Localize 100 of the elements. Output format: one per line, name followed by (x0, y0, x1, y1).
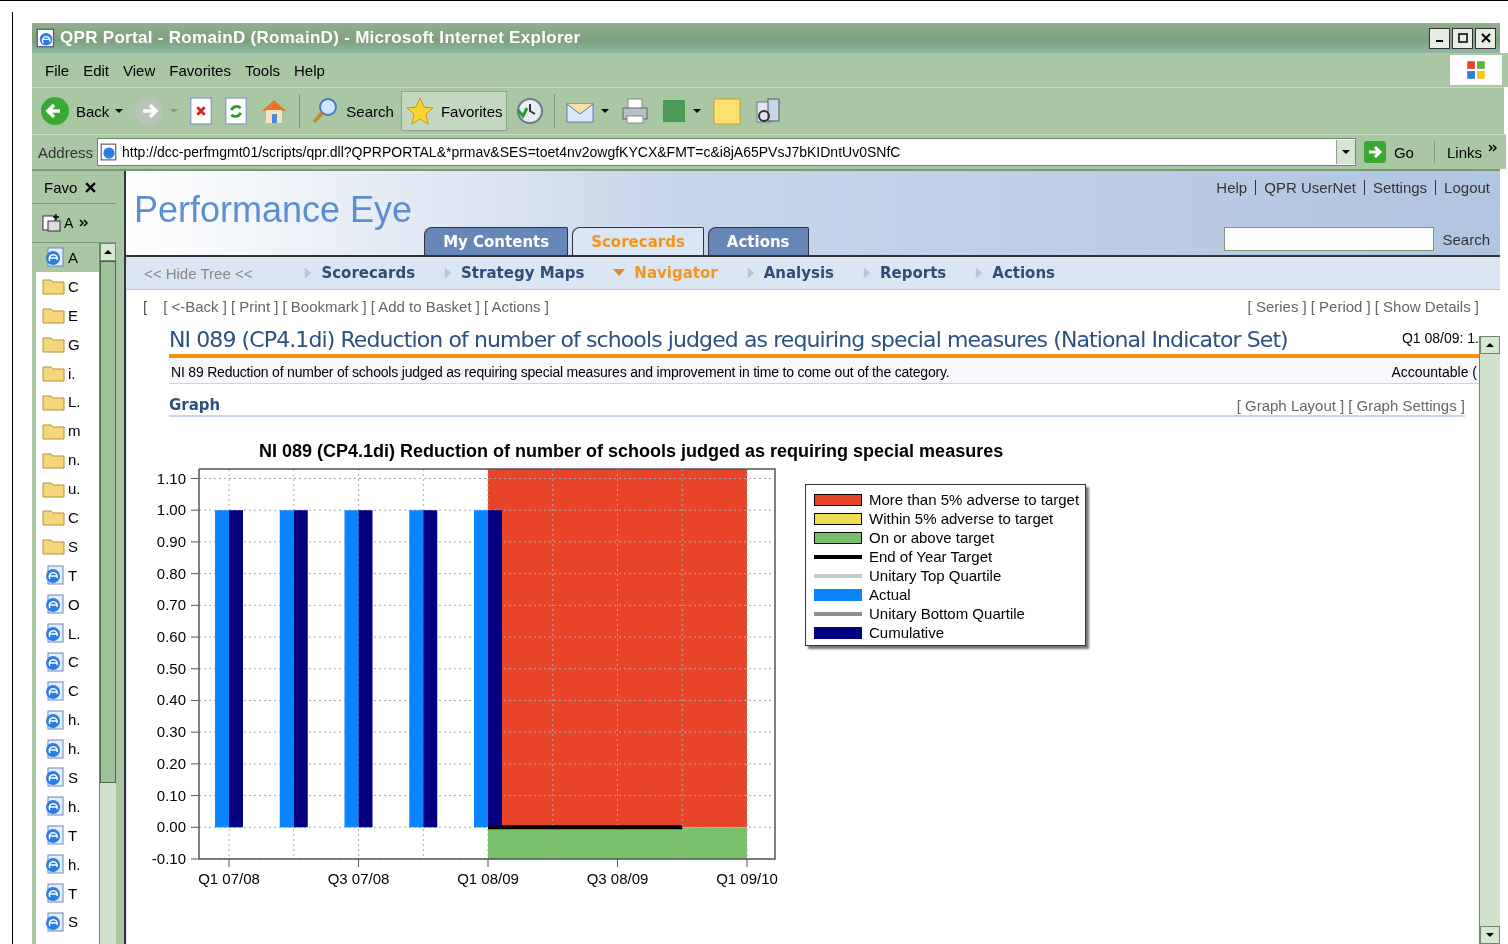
square-icon[interactable] (660, 98, 687, 124)
folder-icon (42, 305, 66, 326)
minimize-button[interactable] (1429, 27, 1450, 49)
favorite-item[interactable]: C (36, 647, 99, 677)
favorites-button[interactable]: Favorites (400, 91, 507, 131)
favorite-item[interactable]: C (36, 503, 99, 532)
favorite-item[interactable]: h. (36, 849, 99, 879)
nav-link[interactable]: Actions (975, 264, 1055, 282)
favorite-item[interactable]: L. (36, 618, 99, 648)
go-button[interactable]: Go (1359, 141, 1435, 163)
header-link[interactable]: QPR UserNet (1264, 179, 1356, 196)
favorite-item[interactable]: T (36, 820, 99, 850)
stop-icon[interactable] (189, 97, 214, 125)
favorite-item[interactable]: A (36, 243, 99, 272)
scroll-up-button[interactable] (1480, 336, 1500, 354)
search-button[interactable]: Search (306, 91, 398, 131)
action-link[interactable]: [ <-Back ] (163, 298, 227, 315)
favorite-item[interactable]: O (36, 589, 99, 619)
menu-item[interactable]: File (40, 57, 79, 83)
menu-item[interactable]: Edit (78, 57, 119, 83)
favorite-item[interactable]: i. (36, 358, 99, 388)
action-link[interactable]: [ Bookmark ] (282, 298, 367, 315)
favorite-item[interactable]: u. (36, 474, 99, 503)
favorite-item[interactable]: h. (36, 705, 99, 735)
folder-icon (42, 276, 66, 297)
down-arrow-icon[interactable] (1486, 931, 1494, 939)
scroll-up-button[interactable] (100, 243, 116, 261)
chevron-icon[interactable] (79, 219, 90, 227)
caret-icon[interactable] (115, 107, 124, 115)
menu-item[interactable]: Help (289, 57, 334, 83)
favorite-item[interactable]: E (36, 300, 99, 330)
favorite-item[interactable]: n. (36, 445, 99, 475)
menu-item[interactable]: Tools (239, 57, 289, 83)
links-button[interactable]: Links (1438, 143, 1506, 161)
close-icon[interactable] (85, 181, 97, 193)
header-link[interactable]: Help (1216, 179, 1248, 196)
caret-icon[interactable] (600, 107, 609, 115)
action-link[interactable]: [ Print ] (230, 298, 279, 315)
pane-title: Favo (44, 178, 78, 196)
tab[interactable]: My Contents (424, 227, 569, 255)
triangle-down-icon[interactable] (613, 268, 626, 278)
nav-link[interactable]: Analysis (746, 264, 834, 282)
graph-option-link[interactable]: [ Graph Layout ] (1236, 397, 1345, 414)
graph-option-link[interactable]: [ Graph Settings ] (1348, 397, 1465, 414)
tab[interactable]: Actions (707, 227, 809, 255)
legend-label: More than 5% adverse to target (869, 491, 1080, 508)
legend-label: Unitary Top Quartile (869, 567, 1002, 584)
header-link[interactable]: Logout (1444, 179, 1490, 196)
scrollbar-thumb[interactable] (100, 261, 116, 783)
page-icon (100, 143, 119, 161)
caret-icon[interactable] (1341, 148, 1350, 156)
header-link[interactable]: Settings (1372, 179, 1428, 196)
menu-item[interactable]: View (118, 57, 165, 83)
favorite-item[interactable]: m (36, 416, 99, 446)
action-link[interactable]: [ Actions ] (483, 298, 549, 315)
nav-link[interactable]: Reports (863, 264, 947, 282)
close-button[interactable] (1475, 27, 1496, 49)
favorite-item[interactable]: S (36, 907, 99, 937)
add-page-icon[interactable] (42, 213, 62, 233)
dropdown-button[interactable] (1335, 140, 1355, 164)
favorite-item[interactable]: S (36, 763, 99, 792)
scroll-down-button[interactable] (1480, 926, 1500, 944)
favorite-item[interactable]: L. (36, 387, 99, 417)
search-field[interactable] (1224, 227, 1435, 251)
favorite-item[interactable]: S (36, 531, 99, 561)
add-favorite-button[interactable]: A (42, 213, 74, 233)
up-arrow-icon[interactable] (104, 248, 112, 256)
star-icon[interactable] (404, 96, 435, 126)
y-tick-label: -0.10 (151, 850, 186, 867)
menu-item[interactable]: Favorites (164, 57, 240, 83)
caret-icon[interactable] (692, 107, 701, 115)
legend-label: Cumulative (869, 624, 945, 641)
up-arrow-icon[interactable] (1486, 341, 1494, 349)
description-text: NI 89 Reduction of number of schools judged as requiring special measures and improvement in time to come out of the category. (171, 364, 950, 380)
address-field[interactable]: http://dcc-perfmgmt01/scripts/qpr.dll?QPRPORTAL&*prmav&SES=toet4nv2owgfKYCX&FMT=c&i8jA65PVsJ7bKIDntUv0SNfC (97, 138, 1356, 166)
action-link[interactable]: [ Add to Basket ] (370, 298, 480, 315)
windows-logo-icon (1450, 55, 1502, 85)
favorite-item[interactable]: T (36, 560, 99, 590)
option-link[interactable]: [ Period ] (1310, 298, 1371, 315)
favorite-item[interactable]: G (36, 329, 99, 359)
maximize-button[interactable] (1452, 27, 1473, 49)
favorite-item[interactable]: C (36, 676, 99, 706)
search-button[interactable]: Search (1442, 230, 1490, 248)
y-tick-label: 0.00 (156, 818, 186, 836)
nav-link[interactable]: Scorecards (304, 264, 416, 282)
favorite-item[interactable]: C (36, 271, 99, 301)
legend-label: End of Year Target (869, 548, 993, 565)
nav-link[interactable]: Strategy Maps (444, 264, 585, 282)
option-link[interactable]: [ Show Details ] (1374, 298, 1479, 315)
favorite-item[interactable]: h. (36, 734, 99, 764)
favorite-item[interactable]: h. (36, 791, 99, 821)
back-button[interactable]: Back (36, 91, 128, 131)
option-link[interactable]: [ Series ] (1247, 298, 1307, 315)
maximize-icon[interactable] (1457, 33, 1468, 43)
favorite-item[interactable]: T (36, 878, 99, 908)
bracket-text: [ (143, 298, 148, 315)
legend-label: Within 5% adverse to target (869, 510, 1054, 527)
refresh-icon[interactable] (224, 97, 249, 125)
close-icon[interactable] (1480, 33, 1491, 43)
chevron-icon[interactable] (1488, 143, 1498, 152)
